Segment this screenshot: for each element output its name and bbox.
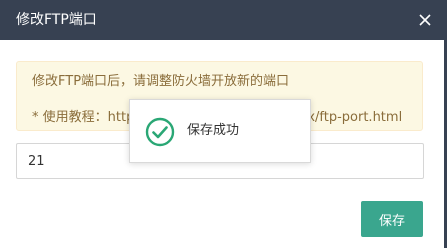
dialog-titlebar: 修改FTP端口: [0, 0, 447, 40]
tutorial-prefix: * 使用教程：http: [32, 110, 135, 125]
tutorial-link[interactable]: x/ftp-port.html: [307, 110, 402, 125]
toast-message: 保存成功: [187, 123, 240, 138]
check-circle-icon: [145, 117, 175, 147]
modify-ftp-port-dialog: 修改FTP端口 修改FTP端口后，请调整防火墙开放新的端口 * 使用教程：htt…: [0, 0, 447, 248]
notice-text: 修改FTP端口后，请调整防火墙开放新的端口: [32, 74, 290, 89]
close-icon[interactable]: [413, 8, 437, 32]
success-toast: 保存成功: [129, 99, 311, 163]
save-button[interactable]: 保存: [361, 201, 423, 237]
dialog-title: 修改FTP端口: [16, 12, 97, 28]
